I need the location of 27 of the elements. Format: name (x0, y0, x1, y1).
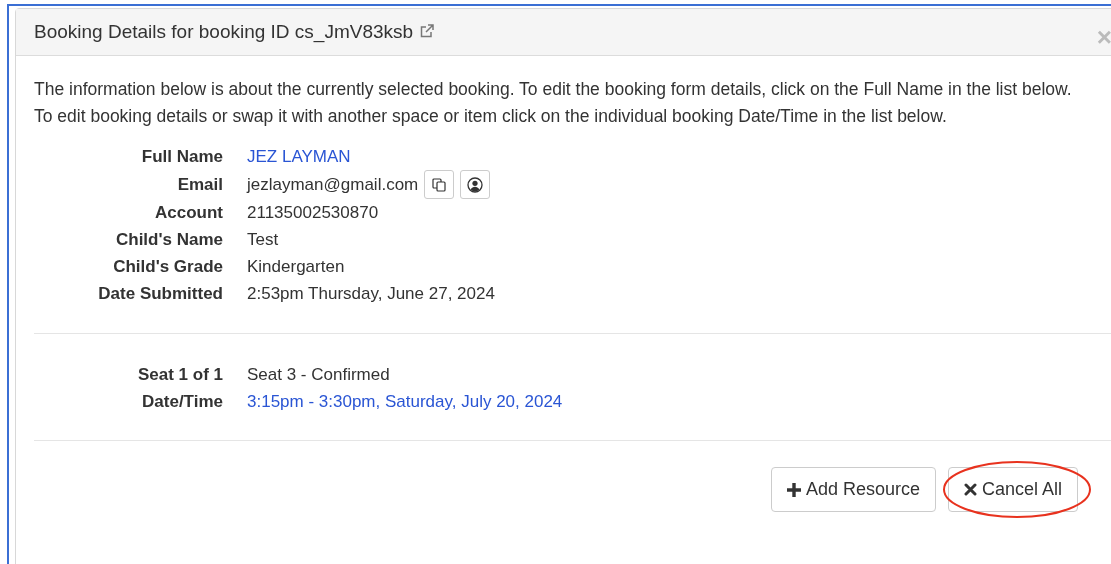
field-value: jezlayman@gmail.com (247, 173, 419, 196)
field-label: Full Name (140, 145, 223, 168)
field-label: Child's Name (115, 228, 223, 251)
field-label: Child's Grade (112, 255, 223, 278)
field-value: 21135002530870 (247, 201, 379, 224)
user-icon (467, 176, 484, 193)
cancel-all-button[interactable]: Cancel All (947, 467, 1078, 512)
user-button[interactable] (460, 170, 491, 199)
add-resource-button[interactable]: Add Resource (770, 467, 936, 512)
close-icon (963, 483, 977, 496)
field-value: 2:53pm Thursday, June 27, 2024 (247, 282, 495, 305)
field-label: Email (176, 173, 223, 196)
field-label: Date Submitted (97, 282, 223, 305)
copy-icon (432, 177, 447, 192)
field-label: Account (154, 201, 223, 224)
copy-button[interactable] (424, 170, 455, 199)
field-label: Date/Time (141, 390, 223, 413)
plus-icon (786, 482, 801, 497)
field-value: Test (247, 228, 279, 251)
field-label: Seat 1 of 1 (136, 363, 223, 386)
field-link[interactable]: 3:15pm - 3:30pm, Saturday, July 20, 2024 (247, 388, 563, 415)
intro-paragraph: The information below is about the currently selected booking. To edit the booking form details, click on the Full Name in the list below. To edit booking details or swap it with another space or item click on the individual booking Date/Time in the list below. (34, 78, 1073, 128)
modal-title: Booking Details for booking ID cs_JmV83ksb (34, 19, 414, 45)
field-value: Kindergarten (247, 255, 345, 278)
field-link[interactable]: JEZ LAYMAN (247, 143, 351, 170)
field-value: Seat 3 - Confirmed (247, 363, 390, 386)
external-link-icon[interactable] (419, 22, 436, 39)
